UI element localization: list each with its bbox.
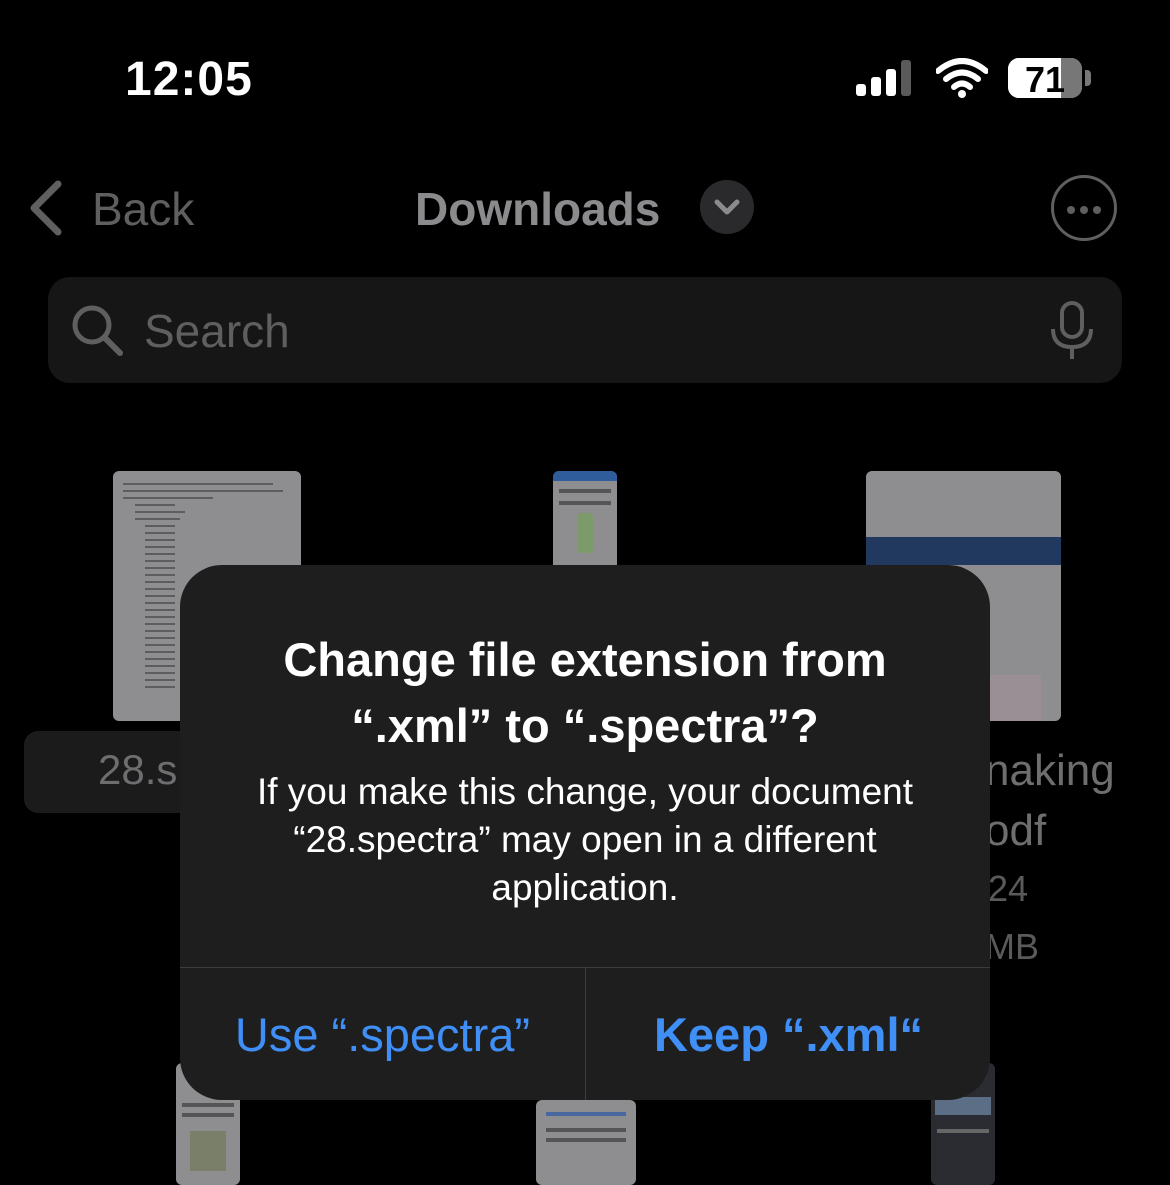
ellipsis-dot <box>1080 206 1088 214</box>
alert-message: If you make this change, your document “… <box>256 771 914 908</box>
search-input[interactable]: Search <box>144 304 290 358</box>
file-thumbnail-product[interactable] <box>553 471 617 571</box>
search-field[interactable]: Search <box>48 277 1122 383</box>
file-thumbnail-bottom-center[interactable] <box>536 1100 636 1185</box>
battery-level: 71 <box>1024 59 1066 98</box>
wifi-icon <box>936 58 988 98</box>
file-name-28[interactable]: 28.s <box>98 746 177 794</box>
keep-xml-button[interactable]: Keep “.xml“ <box>586 968 990 1100</box>
page-title[interactable]: Downloads <box>415 182 660 236</box>
battery-icon: 71 <box>1008 58 1082 98</box>
status-time: 12:05 <box>125 53 253 106</box>
back-chevron-icon[interactable] <box>26 180 66 236</box>
ellipsis-icon <box>1067 206 1075 214</box>
ellipsis-dot <box>1093 206 1101 214</box>
file-name-line-1[interactable]: naking <box>985 746 1115 796</box>
file-date: 24 <box>988 868 1029 909</box>
alert-title: Change file extension from “.xml” to “.s… <box>283 633 887 752</box>
microphone-icon[interactable] <box>1048 301 1096 361</box>
change-extension-alert: Change file extension from “.xml” to “.s… <box>180 565 990 1100</box>
cellular-signal-icon <box>856 60 912 96</box>
battery-tip <box>1085 70 1091 86</box>
chevron-down-icon <box>714 199 740 215</box>
title-menu-button[interactable] <box>700 180 754 234</box>
use-spectra-button[interactable]: Use “.spectra” <box>180 968 585 1100</box>
back-button[interactable]: Back <box>92 182 194 236</box>
file-name-line-2[interactable]: odf <box>985 806 1046 856</box>
file-size: MB <box>985 926 1039 967</box>
more-options-button[interactable] <box>1051 175 1117 241</box>
search-icon <box>72 305 123 356</box>
